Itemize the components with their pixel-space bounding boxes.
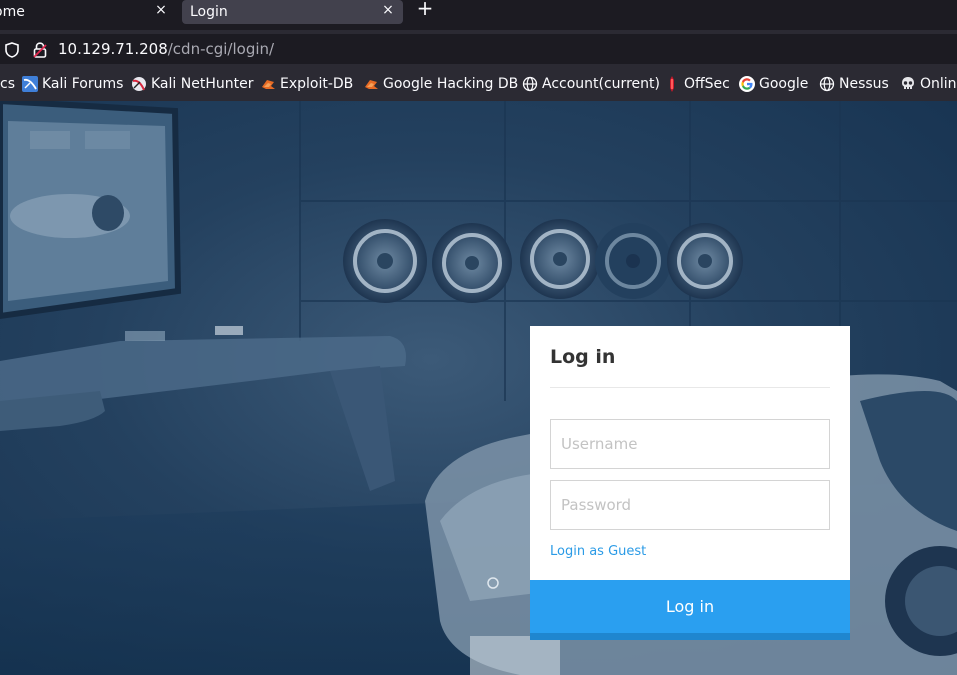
kali-forums-icon — [22, 76, 38, 92]
login-heading: Log in — [550, 346, 616, 368]
offsec-icon — [670, 76, 674, 92]
close-tab-icon[interactable]: × — [154, 3, 168, 17]
bookmark-label: Kali NetHunter — [151, 76, 254, 92]
login-card: Log in Login as Guest Log in — [530, 326, 850, 640]
bookmark-label: Google — [759, 76, 809, 92]
divider — [550, 387, 830, 388]
tab-title: Login — [190, 3, 228, 20]
bookmark-label: Account(current) — [542, 76, 660, 92]
globe-icon — [522, 76, 538, 92]
tab-strip: ome × Login × + — [0, 0, 957, 30]
bookmark-kali-nethunter[interactable]: Kali NetHunter — [131, 75, 253, 93]
bookmark-label: Kali Forums — [42, 76, 124, 92]
bookmark-exploit-db[interactable]: Exploit-DB — [260, 75, 353, 93]
bookmark-label: Onlin — [920, 76, 957, 92]
url-text[interactable]: 10.129.71.208/cdn-cgi/login/ — [58, 40, 274, 58]
bookmark-label: OffSec — [684, 76, 730, 92]
bookmark-label: Nessus — [839, 76, 889, 92]
kali-nethunter-icon — [132, 77, 146, 91]
google-icon — [739, 76, 755, 92]
exploit-db-icon — [262, 80, 275, 89]
bookmark-google[interactable]: Google — [739, 75, 808, 93]
new-tab-button[interactable]: + — [415, 0, 435, 18]
skull-icon — [902, 77, 914, 89]
login-page: Log in Login as Guest Log in — [0, 101, 957, 675]
url-bar[interactable]: 10.129.71.208/cdn-cgi/login/ — [0, 34, 957, 64]
bookmarks-toolbar: cs Kali Forums Kali NetHunter Exploit-DB… — [0, 68, 957, 101]
bookmark-google-hacking-db[interactable]: Google Hacking DB — [363, 75, 518, 93]
insecure-lock-icon[interactable] — [33, 42, 47, 58]
tab-title: ome — [0, 3, 25, 20]
bookmark-truncated[interactable]: cs — [0, 75, 15, 93]
bookmark-offsec[interactable]: OffSec — [664, 75, 730, 93]
globe-icon — [819, 76, 835, 92]
url-path: /cdn-cgi/login/ — [167, 40, 275, 58]
tab-home[interactable]: ome × — [0, 0, 176, 24]
username-input[interactable] — [550, 419, 830, 469]
password-input[interactable] — [550, 480, 830, 530]
tracking-protection-shield-icon[interactable] — [5, 42, 19, 58]
bookmark-label: Exploit-DB — [280, 76, 354, 92]
close-tab-icon[interactable]: × — [381, 3, 395, 17]
bookmark-online[interactable]: Onlin — [900, 75, 957, 93]
bookmark-label: cs — [0, 76, 15, 92]
bookmark-label: Google Hacking DB — [383, 76, 519, 92]
login-as-guest-link[interactable]: Login as Guest — [550, 544, 646, 560]
login-button[interactable]: Log in — [530, 580, 850, 640]
bookmark-account[interactable]: Account(current) — [522, 75, 660, 93]
exploit-db-icon — [365, 80, 378, 89]
bookmark-kali-forums[interactable]: Kali Forums — [22, 75, 123, 93]
bookmark-nessus[interactable]: Nessus — [819, 75, 889, 93]
url-host: 10.129.71.208 — [58, 40, 168, 58]
tab-login[interactable]: Login × — [182, 0, 403, 24]
navigation-bar: 10.129.71.208/cdn-cgi/login/ — [0, 30, 957, 68]
